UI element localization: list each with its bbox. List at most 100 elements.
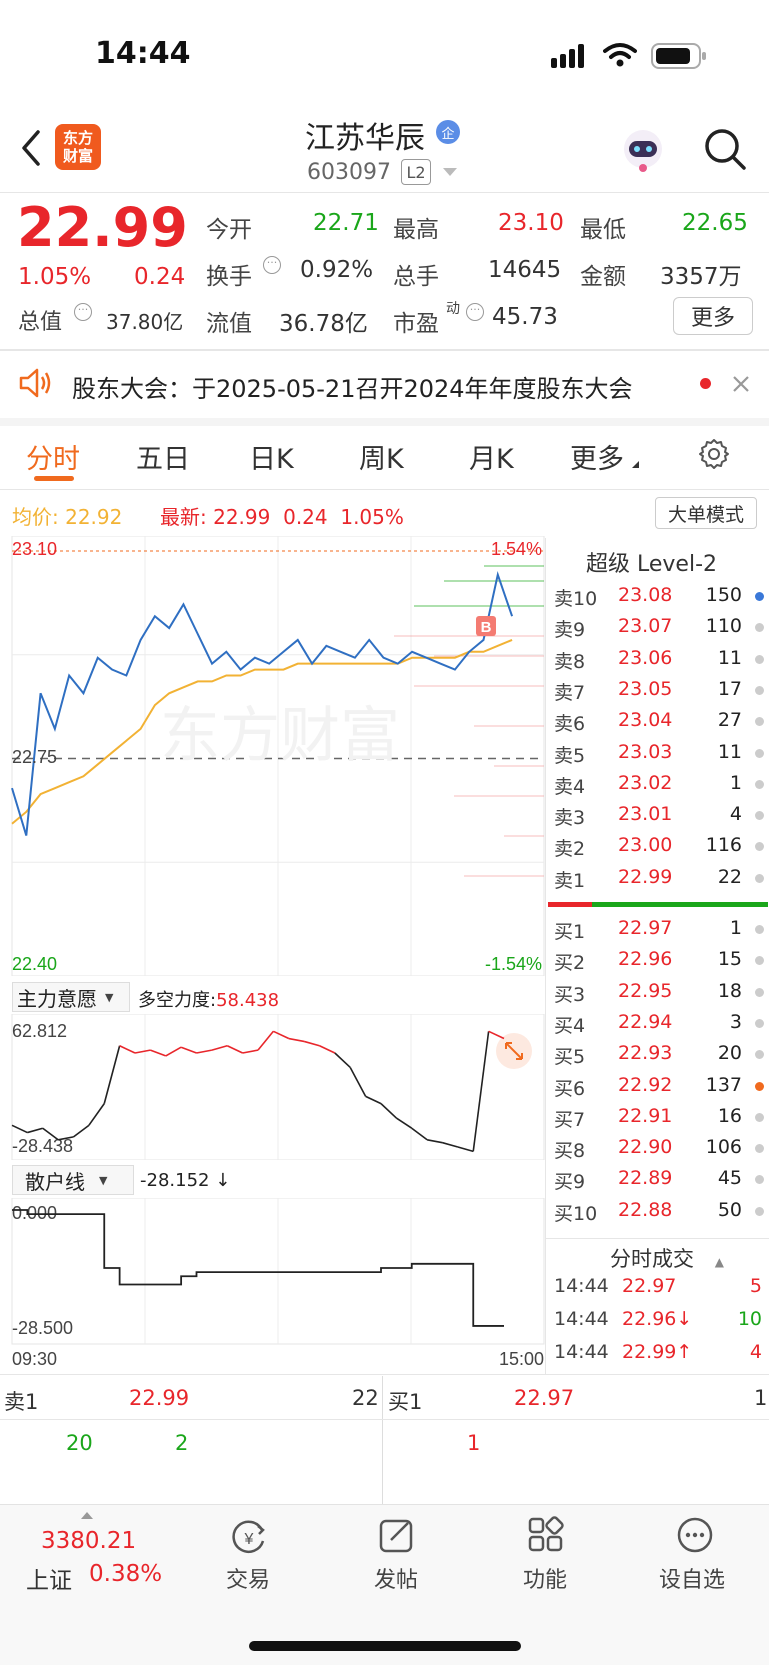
tab-fenshi[interactable]: 分时 [26, 437, 80, 476]
level-badge[interactable]: L2 [401, 159, 431, 185]
main-force-chart[interactable]: 62.812 -28.438 [0, 1014, 546, 1160]
book-level-label: 买3 [554, 983, 586, 1006]
book-dot [755, 873, 764, 883]
tab-5day[interactable]: 五日 [136, 437, 190, 476]
info-icon[interactable]: ··· [263, 256, 281, 274]
nav-add-favorite[interactable]: 设自选 [659, 1562, 725, 1594]
book-level-label: 卖8 [554, 650, 586, 673]
tick-price: 22.96↓ [622, 1308, 693, 1330]
main-force-segment [273, 1030, 290, 1040]
main-force-segment [134, 1049, 151, 1054]
orderbook-row[interactable]: 买5 22.93 20 [546, 1042, 769, 1070]
main-force-segment [334, 1052, 351, 1069]
queue-3: 1 [467, 1431, 481, 1455]
tab-more[interactable]: 更多 [570, 437, 624, 476]
info-icon[interactable]: ··· [466, 303, 484, 321]
nav-trade[interactable]: 交易 [226, 1562, 270, 1594]
orderbook-row[interactable]: 买2 22.96 15 [546, 948, 769, 976]
orderbook-row[interactable]: 买8 22.90 106 [546, 1136, 769, 1164]
book-dot [755, 1144, 764, 1154]
intraday-chart[interactable]: 东方财富 23.10 22.75 22.40 1.54% -1.54% B [0, 536, 546, 976]
low-label: 最低 [580, 217, 626, 243]
enterprise-badge: 企 [436, 120, 460, 144]
orderbook-row[interactable]: 卖2 23.00 116 [546, 834, 769, 862]
mktcap-label: 总值 [18, 310, 63, 335]
book-volume: 150 [705, 584, 742, 606]
more-button[interactable]: 更多 [673, 297, 753, 335]
main-force-segment [395, 1117, 413, 1129]
nav-post[interactable]: 发帖 [374, 1562, 418, 1594]
book-volume: 50 [717, 1198, 742, 1221]
main-force-segment [442, 1141, 459, 1148]
index-name[interactable]: 上证 [26, 1561, 72, 1595]
orderbook-row[interactable]: 买10 22.88 50 [546, 1199, 769, 1227]
robot-assistant-icon[interactable] [619, 127, 667, 173]
book-dot [755, 779, 764, 789]
tab-week-k[interactable]: 周K [359, 437, 404, 476]
close-icon[interactable] [731, 374, 751, 394]
orderbook-row[interactable]: 卖6 23.04 27 [546, 709, 769, 737]
book-price: 22.93 [618, 1042, 673, 1065]
orderbook-row[interactable]: 买4 22.94 3 [546, 1011, 769, 1039]
orderbook-row[interactable]: 卖3 23.01 4 [546, 803, 769, 831]
tick-time: 14:44 [554, 1275, 609, 1297]
big-order-mode-button[interactable]: 大单模式 [655, 497, 757, 529]
book-level-label: 卖7 [554, 681, 586, 704]
search-icon[interactable] [702, 126, 748, 172]
status-time: 14:44 [95, 36, 191, 71]
queue-2: 2 [175, 1431, 189, 1455]
orderbook-row[interactable]: 买6 22.92 137 [546, 1074, 769, 1102]
ticks-title[interactable]: 分时成交 ▲ [610, 1243, 724, 1273]
tab-day-k[interactable]: 日K [249, 437, 294, 476]
book-volume: 110 [705, 615, 742, 638]
more-circle-icon[interactable] [676, 1516, 714, 1554]
main-force-segment [457, 1146, 474, 1153]
orderbook-row[interactable]: 买7 22.91 16 [546, 1105, 769, 1133]
notice-dot [700, 378, 711, 389]
index-pct[interactable]: 0.38% [89, 1561, 162, 1587]
y-top-label: 23.10 [12, 539, 57, 559]
book-volume: 17 [717, 677, 742, 700]
orderbook-row[interactable]: 卖7 23.05 17 [546, 678, 769, 706]
info-icon[interactable]: ··· [74, 303, 92, 321]
dropdown-icon[interactable] [443, 168, 457, 176]
trade-icon[interactable]: ¥ [230, 1518, 268, 1556]
gear-icon[interactable] [697, 437, 731, 471]
book-dot [755, 925, 764, 934]
ticks-panel: 分时成交 ▲ 14:44 22.97 5 14:44 22.96↓ 10 14:44 22.9… [545, 1238, 769, 1374]
lower-buy-price: 22.97 [514, 1386, 575, 1410]
float-value: 36.78亿 [279, 311, 368, 337]
book-price: 23.02 [618, 771, 673, 794]
indicator2-selector[interactable]: 散户线 ▼ [12, 1165, 134, 1195]
orderbook-row[interactable]: 卖4 23.02 1 [546, 772, 769, 800]
nav-function[interactable]: 功能 [523, 1562, 567, 1594]
book-level-label: 卖9 [554, 619, 586, 642]
orderbook-row[interactable]: 买1 22.97 1 [546, 917, 769, 945]
back-icon[interactable] [18, 128, 44, 168]
orderbook-row[interactable]: 买9 22.89 45 [546, 1167, 769, 1195]
main-force-segment [196, 1049, 213, 1054]
tick-time: 14:44 [554, 1308, 609, 1330]
indicator-selector[interactable]: 主力意愿 ▼ [12, 982, 130, 1012]
post-icon[interactable] [378, 1516, 416, 1554]
function-icon[interactable] [527, 1516, 565, 1554]
orderbook-row[interactable]: 买3 22.95 18 [546, 980, 769, 1008]
orderbook-row[interactable]: 卖8 23.06 11 [546, 647, 769, 675]
book-volume: 1 [729, 771, 742, 794]
orderbook-row[interactable]: 卖10 23.08 150 [546, 584, 769, 612]
notice-text[interactable]: 股东大会：于2025-05-21召开2024年年度股东大会 [72, 369, 633, 404]
tab-month-k[interactable]: 月K [469, 437, 514, 476]
book-volume: 45 [717, 1167, 742, 1190]
index-value[interactable]: 3380.21 [41, 1528, 136, 1554]
tick-volume: 10 [737, 1308, 762, 1330]
retail-line-chart[interactable]: 0.000 -28.500 09:30 15:00 [0, 1198, 546, 1374]
book-volume: 116 [705, 834, 742, 857]
orderbook-row[interactable]: 卖9 23.07 110 [546, 615, 769, 643]
book-price: 23.03 [618, 740, 673, 763]
book-price: 23.05 [618, 677, 673, 700]
orderbook-row[interactable]: 卖5 23.03 11 [546, 741, 769, 769]
collapse-icon: ▲ [714, 1255, 724, 1269]
x-end-label: 15:00 [499, 1349, 544, 1369]
orderbook-row[interactable]: 卖1 22.99 22 [546, 866, 769, 894]
high-value: 23.10 [498, 210, 564, 236]
